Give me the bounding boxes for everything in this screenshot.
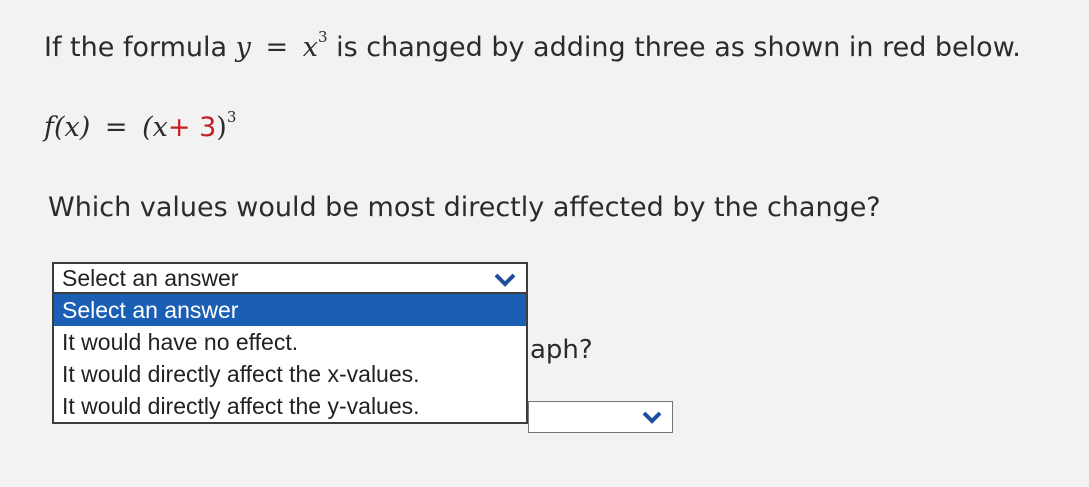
dropdown-option[interactable]: It would have no effect. [54, 326, 526, 358]
prompt-math-x: x [302, 32, 318, 63]
prompt-exponent: 3 [317, 28, 328, 46]
dropdown-option[interactable]: Select an answer [54, 294, 526, 326]
dropdown-options-list: Select an answer It would have no effect… [52, 294, 528, 424]
select-current-value: Select an answer [62, 265, 239, 291]
question-text: Which values would be most directly affe… [48, 192, 881, 223]
formula-exponent: 3 [226, 108, 237, 126]
dropdown-option[interactable]: It would directly affect the y-values. [54, 390, 526, 422]
chevron-down-icon [642, 411, 662, 424]
question-prompt: If the formula y = x3 is changed by addi… [44, 28, 1021, 63]
formula-open: (x [142, 112, 168, 143]
formula-close: ) [216, 112, 227, 143]
answer-select-box[interactable]: Select an answer [52, 262, 528, 294]
chevron-down-icon [494, 273, 516, 287]
prompt-text-after: is changed by adding three as shown in r… [336, 32, 1021, 63]
prompt-math-y: y [235, 32, 251, 63]
second-answer-select[interactable] [528, 401, 673, 433]
formula: f(x) = (x+ 3)3 [44, 108, 236, 143]
formula-lhs: f(x) [44, 112, 91, 143]
dropdown-option[interactable]: It would directly affect the x-values. [54, 358, 526, 390]
formula-equals: = [104, 112, 128, 143]
prompt-equals: = [265, 32, 289, 63]
formula-plus-three: + 3 [167, 112, 217, 143]
prompt-text-before: If the formula [44, 32, 228, 63]
answer-dropdown[interactable]: Select an answer Select an answer It wou… [52, 262, 528, 424]
next-question-partial-text: aph? [530, 335, 593, 365]
